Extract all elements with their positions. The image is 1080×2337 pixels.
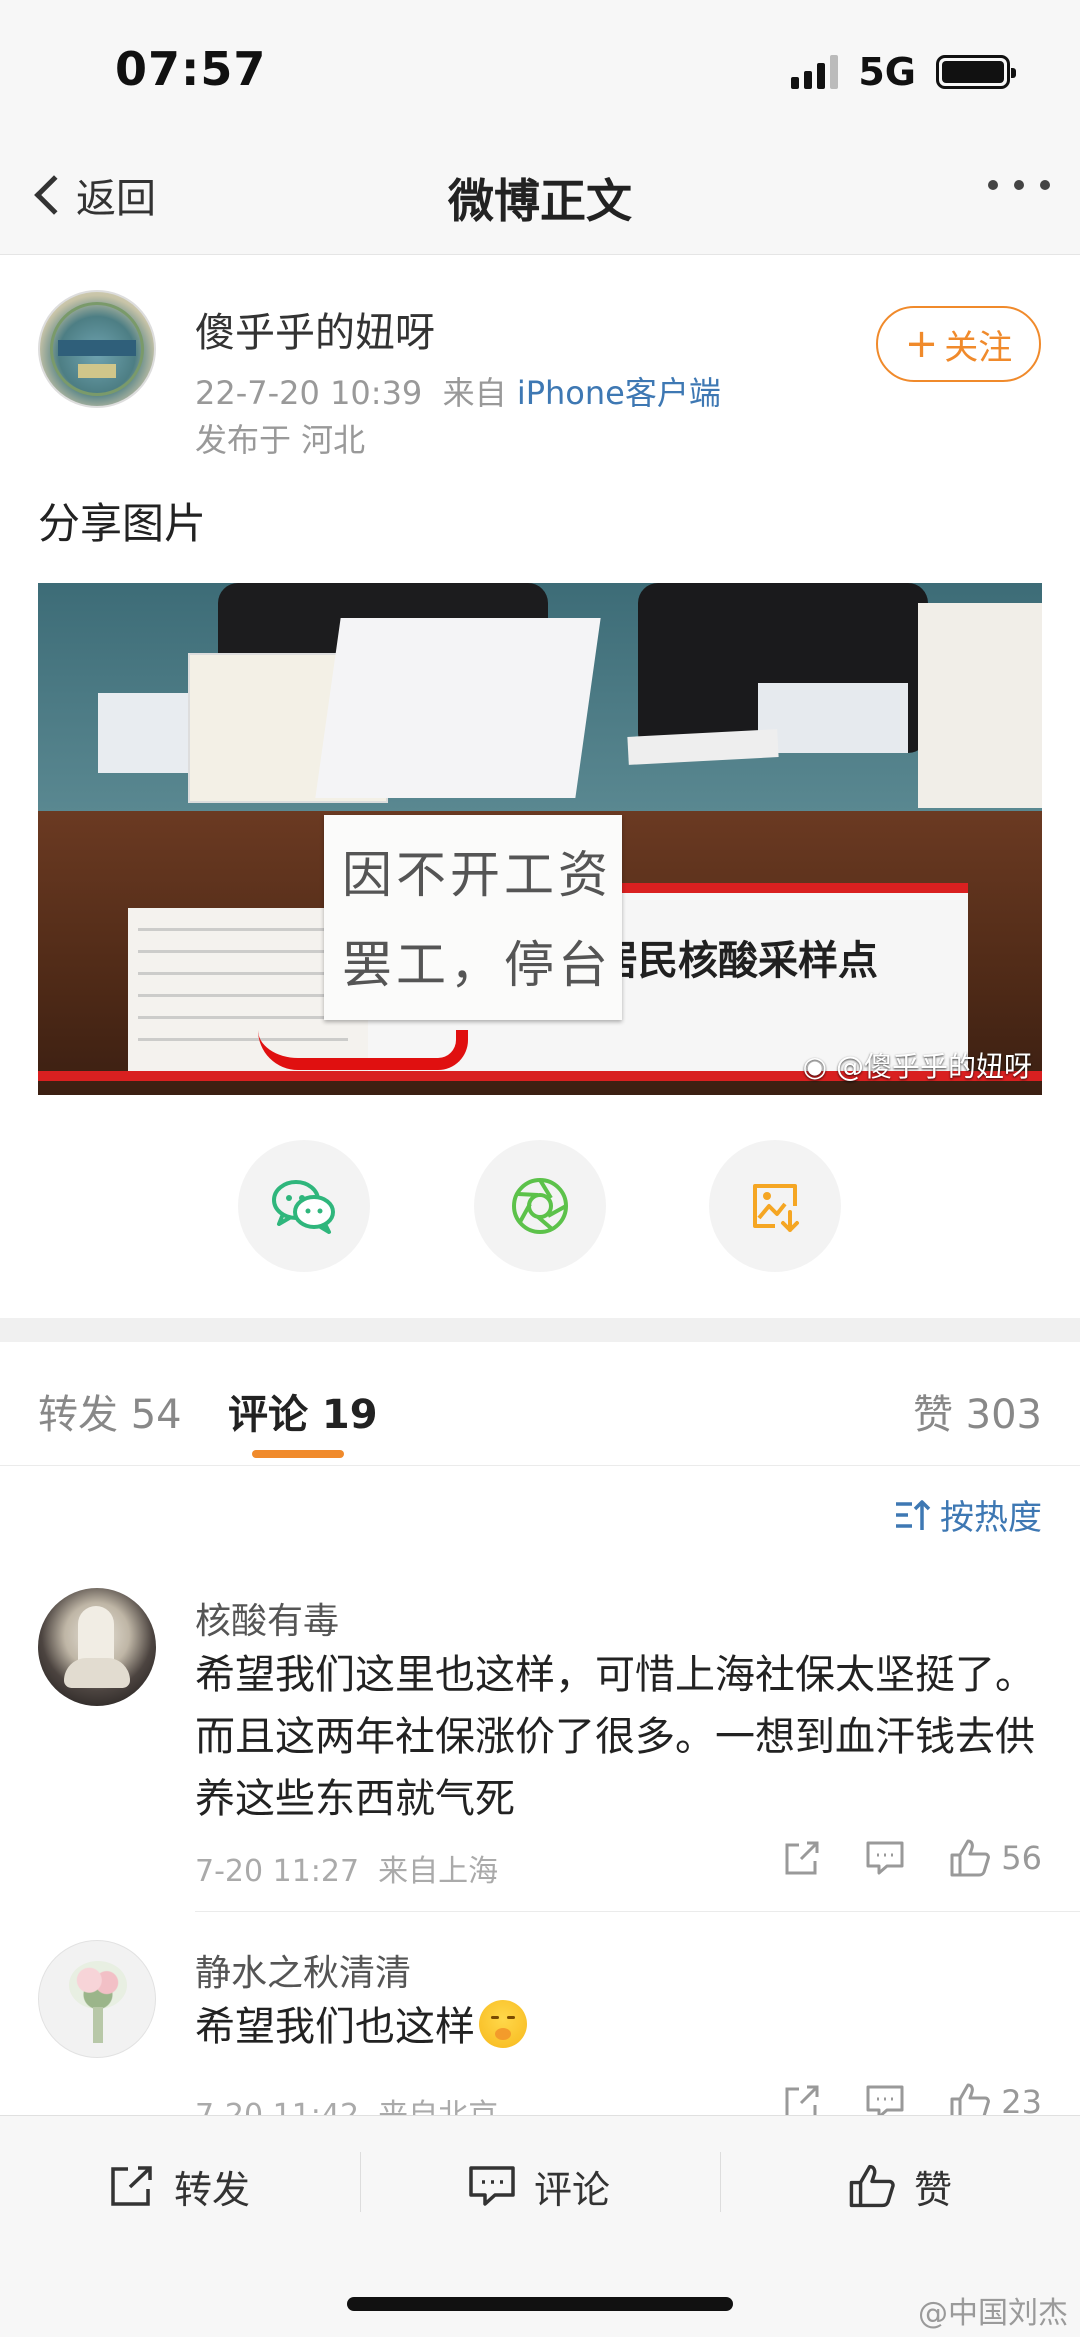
note-line-1: 因不开工资 [342,846,612,904]
like-label: 赞 [914,2167,953,2212]
image-watermark: ◉ @傻乎乎的妞呀 [802,1050,1032,1083]
post-meta: 22-7-20 10:39 来自 iPhone客户端 [195,368,721,414]
comment-like-button[interactable]: 56 [949,1838,1042,1878]
tab-comments[interactable]: 评论 19 [228,1382,378,1440]
status-time: 07:57 [115,42,267,96]
author-avatar[interactable] [38,290,156,408]
weibo-logo-icon: ◉ [802,1050,828,1083]
save-image-icon [753,1184,799,1232]
commenter-name[interactable]: 静水之秋清清 [195,1944,411,1996]
author-name[interactable]: 傻乎乎的妞呀 [195,300,435,358]
nav-bar: 返回 微博正文 [0,140,1080,255]
comment-icon [866,1841,904,1875]
comment-share-button[interactable] [783,1839,821,1877]
network-type: 5G [858,50,916,94]
bar-separator [360,2152,361,2212]
repost-button[interactable]: 转发 [108,2146,250,2226]
comment-reply-button[interactable] [865,1840,905,1876]
save-image-button[interactable] [709,1140,841,1272]
section-divider [0,1318,1080,1342]
commenter-avatar[interactable] [38,1940,156,2058]
comment-meta: 7-20 11:27 来自上海 [195,1846,498,1890]
interaction-tabs: 转发 54 评论 19 赞 303 [0,1342,1080,1466]
source-prefix: 来自 [442,374,507,412]
wechat-icon [272,1180,335,1234]
red-underline-mark [258,1030,468,1070]
status-bar: 07:57 5G [0,0,1080,140]
tab-likes[interactable]: 赞 303 [913,1382,1042,1440]
comment-icon [469,2166,515,2206]
comment-like-count: 56 [1001,1839,1042,1877]
more-icon[interactable] [988,180,1050,190]
bar-separator [720,2152,721,2212]
status-icons: 5G [791,50,1016,94]
sort-label: 按热度 [940,1498,1042,1538]
commenter-avatar[interactable] [38,1588,156,1706]
comment-time: 7-20 11:27 [195,1854,360,1889]
corner-watermark: @中国刘杰 [918,2296,1068,2331]
note-line-2: 罢工，停台 [342,936,612,994]
handwritten-note: 因不开工资 罢工，停台 [324,815,622,1020]
plus-icon: + [904,321,939,367]
share-out-icon [785,1841,819,1875]
share-row [0,1140,1080,1272]
comment-button[interactable]: 评论 [468,2146,610,2226]
comment-text: 希望我们也这样 [195,1996,1045,2058]
follow-label: 关注 [944,327,1013,368]
thumbs-up-icon [950,1839,991,1877]
post-timestamp: 22-7-20 10:39 [195,374,423,412]
comment-location: 来自上海 [378,1854,499,1889]
post-source-link[interactable]: iPhone客户端 [517,374,721,412]
comment-label: 评论 [534,2167,611,2212]
comment-text: 希望我们这里也这样，可惜上海社保太坚挺了。而且这两年社保涨价了很多。一想到血汗钱… [195,1652,1035,1822]
post-image[interactable]: 居民核酸采样点 因不开工资 罢工，停台 ◉ @傻乎乎的妞呀 [38,583,1042,1095]
post-text: 分享图片 [38,499,207,548]
commenter-name[interactable]: 核酸有毒 [195,1592,339,1644]
repost-icon [111,2166,152,2206]
post-location: 发布于 河北 [195,421,366,459]
home-indicator[interactable] [347,2297,733,2311]
shy-face-emoji-icon [479,2000,527,2048]
battery-icon [936,55,1016,89]
wechat-share-button[interactable] [238,1140,370,1272]
moments-share-button[interactable] [474,1140,606,1272]
comment-divider [195,1911,1080,1912]
sort-button[interactable]: 按热度 [894,1490,1042,1539]
repost-label: 转发 [174,2167,251,2212]
image-banner-text: 居民核酸采样点 [598,938,878,984]
signal-icon [791,55,839,89]
thumbs-up-icon [849,2164,895,2208]
active-tab-indicator [252,1450,344,1458]
page-title: 微博正文 [448,174,632,228]
follow-button[interactable]: + 关注 [876,306,1041,382]
like-button[interactable]: 赞 [848,2146,952,2226]
comment-actions: 56 [739,1838,1042,1878]
tab-reposts[interactable]: 转发 54 [38,1382,182,1440]
moments-icon [512,1178,568,1234]
sort-icon [896,1499,931,1530]
